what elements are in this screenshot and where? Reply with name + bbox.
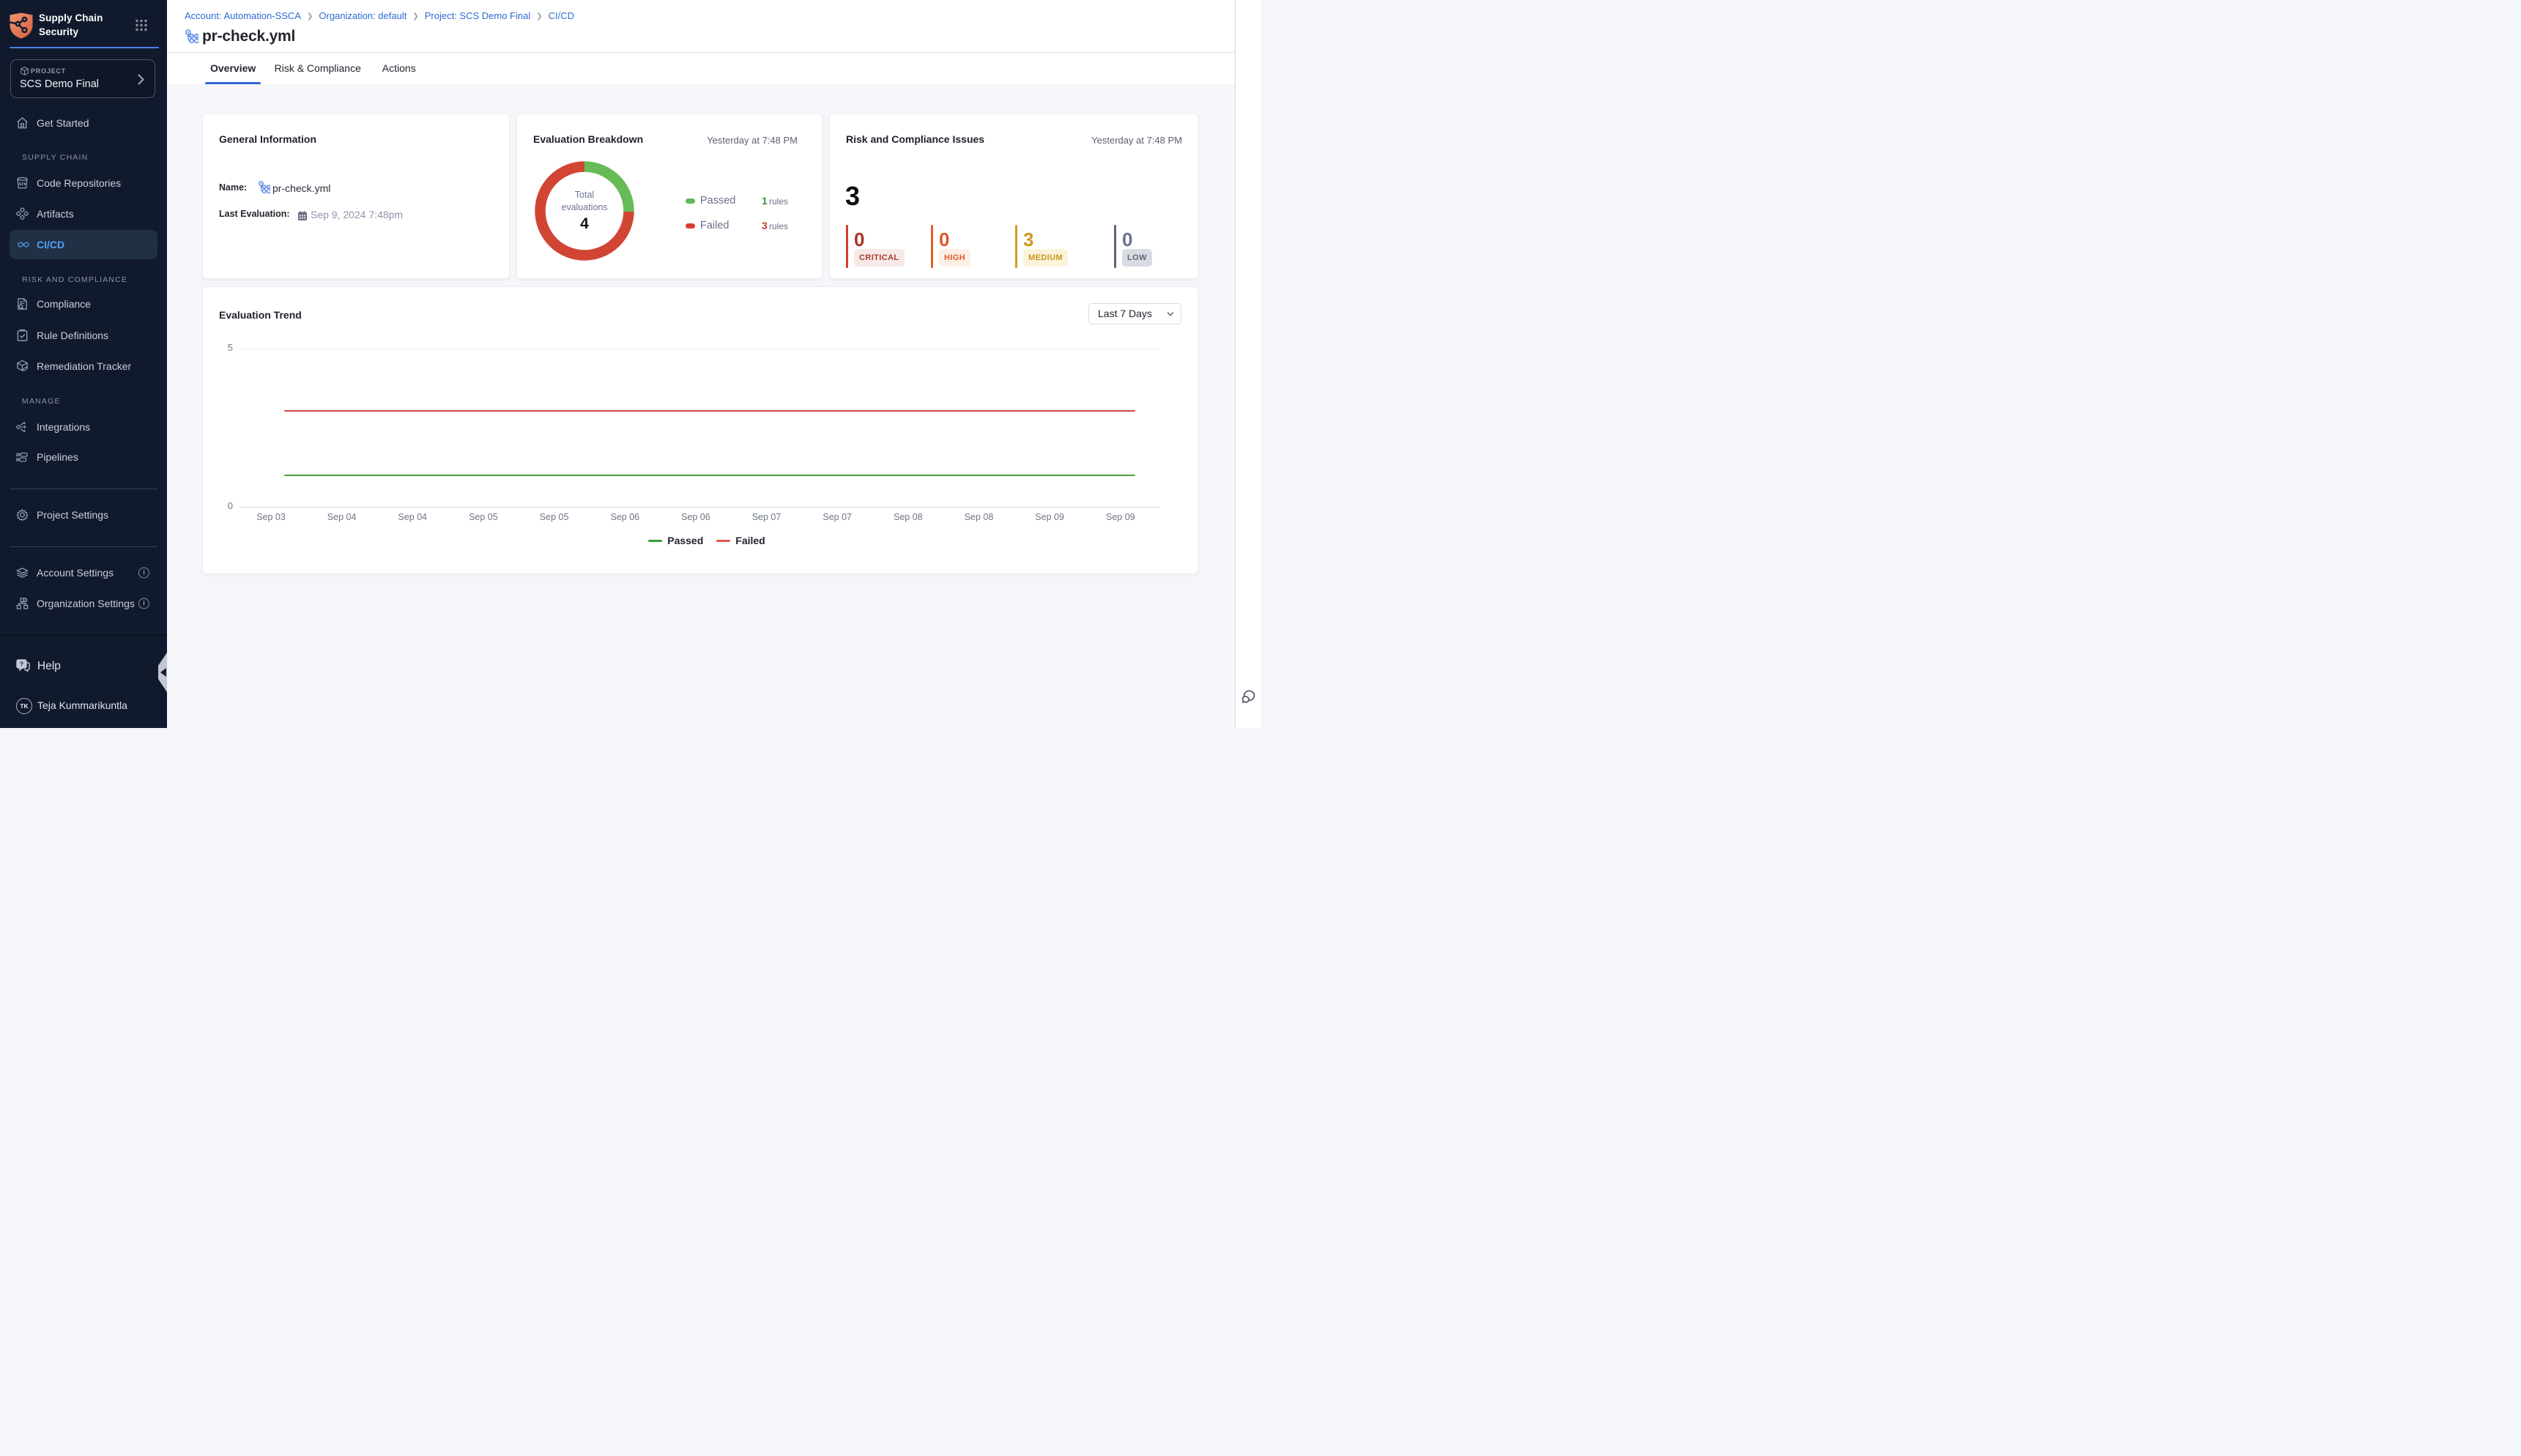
svg-text:?: ?	[20, 661, 23, 668]
